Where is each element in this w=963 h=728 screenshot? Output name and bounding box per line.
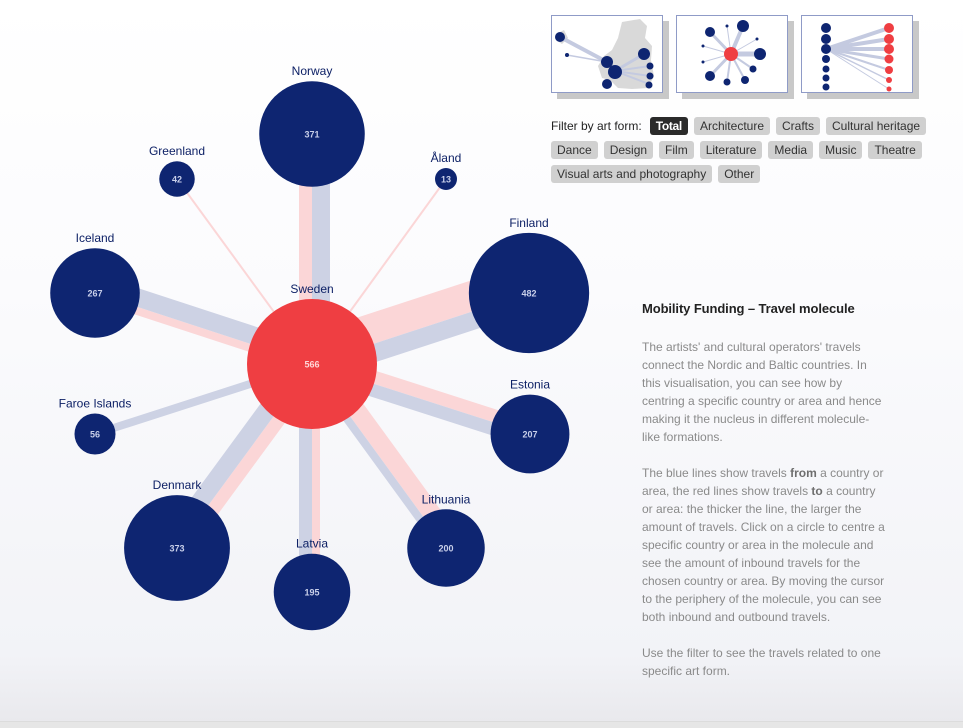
view-switcher: [551, 15, 913, 93]
filter-chip-design[interactable]: Design: [603, 141, 654, 159]
node-label: Lithuania: [422, 492, 471, 506]
node-iceland[interactable]: Iceland 267: [50, 231, 140, 338]
node-value: 13: [441, 175, 451, 185]
node-label: Iceland: [76, 231, 115, 245]
node-label: Faroe Islands: [59, 396, 132, 410]
node-value: 56: [90, 430, 100, 440]
filter-chip-total[interactable]: Total: [649, 117, 688, 135]
filter-chip-crafts[interactable]: Crafts: [776, 117, 821, 135]
node-finland[interactable]: Finland 482: [468, 216, 590, 354]
node-norway[interactable]: Norway 371: [259, 64, 365, 187]
node-value: 195: [304, 588, 319, 598]
node-label: Finland: [509, 216, 548, 230]
info-paragraph-intro: The artists' and cultural operators' tra…: [642, 340, 882, 444]
node-label: Sweden: [290, 282, 333, 296]
info-paragraph-filter: Use the filter to see the travels relate…: [642, 646, 881, 678]
node-value: 207: [522, 430, 537, 440]
node-value: 371: [304, 130, 319, 140]
travel-molecule: Norway 371 Greenland 42 Åland 13 Iceland 267 Fin…: [50, 64, 590, 631]
filter-chip-film[interactable]: Film: [659, 141, 694, 159]
info-panel: Mobility Funding – Travel molecule The a…: [642, 301, 887, 698]
filter-label: Filter by art form:: [551, 119, 642, 133]
filter-chip-cultural-heritage[interactable]: Cultural heritage: [826, 117, 927, 135]
map-icon: [555, 19, 654, 89]
node-sweden[interactable]: Sweden 566: [247, 282, 377, 429]
filter-chip-literature[interactable]: Literature: [699, 141, 763, 159]
filter-chip-visual-arts-and-photography[interactable]: Visual arts and photography: [551, 165, 713, 183]
art-form-filter: Filter by art form: Total Architecture Cra…: [551, 117, 941, 183]
molecule-view-thumbnail[interactable]: [676, 15, 788, 93]
node-label: Latvia: [296, 537, 328, 551]
filter-chip-music[interactable]: Music: [819, 141, 863, 159]
node-value: 566: [304, 360, 319, 370]
node-label: Norway: [292, 64, 333, 78]
node-label: Estonia: [510, 378, 550, 392]
node-aland[interactable]: Åland 13: [431, 150, 462, 190]
node-label: Greenland: [149, 144, 205, 158]
molecule-nodes: Norway 371 Greenland 42 Åland 13 Iceland 267 Fin…: [50, 64, 590, 631]
comparison-view-thumbnail[interactable]: [801, 15, 913, 93]
node-value: 373: [169, 544, 184, 554]
node-greenland[interactable]: Greenland 42: [149, 144, 205, 197]
filter-chip-theatre[interactable]: Theatre: [868, 141, 922, 159]
node-label: Denmark: [153, 478, 203, 492]
molecule-icon: [701, 20, 766, 86]
node-value: 267: [87, 289, 102, 299]
map-view-thumbnail[interactable]: [551, 15, 663, 93]
node-value: 482: [521, 289, 536, 299]
filter-chip-other[interactable]: Other: [718, 165, 761, 183]
filter-chip-media[interactable]: Media: [768, 141, 814, 159]
filter-chip-architecture[interactable]: Architecture: [693, 117, 770, 135]
page-frame-bottom: [0, 721, 963, 728]
node-label: Åland: [431, 150, 462, 165]
filter-chip-dance[interactable]: Dance: [551, 141, 598, 159]
node-value: 42: [172, 175, 182, 185]
info-paragraph-legend: The blue lines show travels from a count…: [642, 466, 885, 624]
comparison-icon: [821, 23, 894, 92]
info-title: Mobility Funding – Travel molecule: [642, 301, 855, 316]
node-value: 200: [438, 544, 453, 554]
node-estonia[interactable]: Estonia 207: [490, 378, 570, 474]
